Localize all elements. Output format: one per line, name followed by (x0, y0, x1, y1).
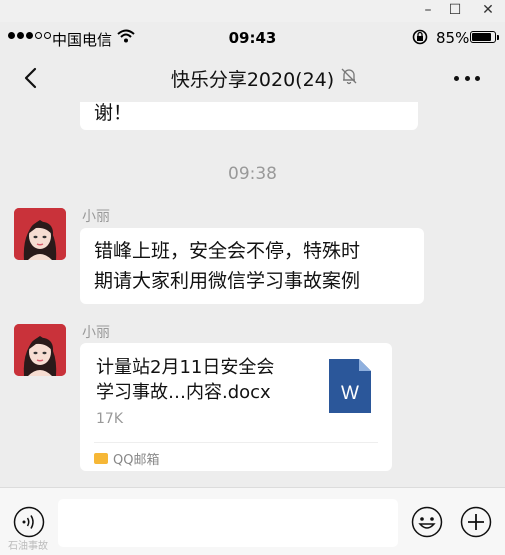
watermark: 石油事故 (8, 541, 48, 552)
file-message-card[interactable]: 计量站2月11日安全会 学习事故…内容.docx 17K W QQ邮箱 (80, 343, 392, 471)
file-source: QQ邮箱 (94, 449, 159, 468)
more-icon[interactable] (452, 64, 482, 92)
word-document-icon: W (329, 359, 371, 413)
message-timestamp: 09:38 (228, 164, 277, 184)
message-text-line: 期请大家利用微信学习事故案例 (94, 270, 361, 292)
avatar[interactable] (14, 324, 66, 376)
battery-percent: 85% (436, 29, 470, 47)
battery-icon (470, 31, 499, 43)
divider (94, 442, 378, 443)
minimize-button[interactable]: – (418, 2, 438, 18)
file-source-label: QQ邮箱 (113, 453, 160, 468)
bell-off-icon (340, 67, 358, 89)
previous-message-bubble[interactable]: 谢！ (80, 102, 418, 130)
status-time: 09:43 (228, 29, 277, 47)
file-size: 17K (96, 411, 123, 427)
chat-title: 快乐分享2020(24) (170, 69, 335, 91)
input-bar: 石油事故 (0, 487, 505, 555)
message-list[interactable]: 谢！ 09:38 小丽 错峰上班，安全会不停，特殊时 期请大家利用微信学习事故案… (0, 102, 505, 487)
text-message-bubble[interactable]: 错峰上班，安全会不停，特殊时 期请大家利用微信学习事故案例 (80, 228, 424, 304)
close-button[interactable]: ✕ (478, 2, 498, 18)
maximize-button[interactable]: ☐ (445, 2, 465, 18)
previous-message-text: 谢！ (94, 102, 133, 124)
orientation-lock-icon (412, 28, 428, 50)
avatar[interactable] (14, 208, 66, 260)
svg-text:W: W (341, 383, 359, 404)
status-bar: 中国电信 09:43 85% (0, 22, 505, 56)
window-titlebar: – ☐ ✕ (0, 0, 505, 22)
emoji-icon[interactable] (411, 506, 443, 538)
chat-header: 快乐分享2020(24) (0, 56, 505, 102)
message-text-line: 错峰上班，安全会不停，特殊时 (94, 240, 361, 262)
plus-icon[interactable] (460, 506, 492, 538)
file-name: 计量站2月11日安全会 学习事故…内容.docx (96, 357, 275, 403)
qq-mail-icon (94, 453, 108, 464)
sender-name: 小丽 (82, 209, 110, 225)
sender-name: 小丽 (82, 325, 110, 341)
voice-icon[interactable] (13, 506, 45, 538)
message-input[interactable] (58, 499, 398, 547)
